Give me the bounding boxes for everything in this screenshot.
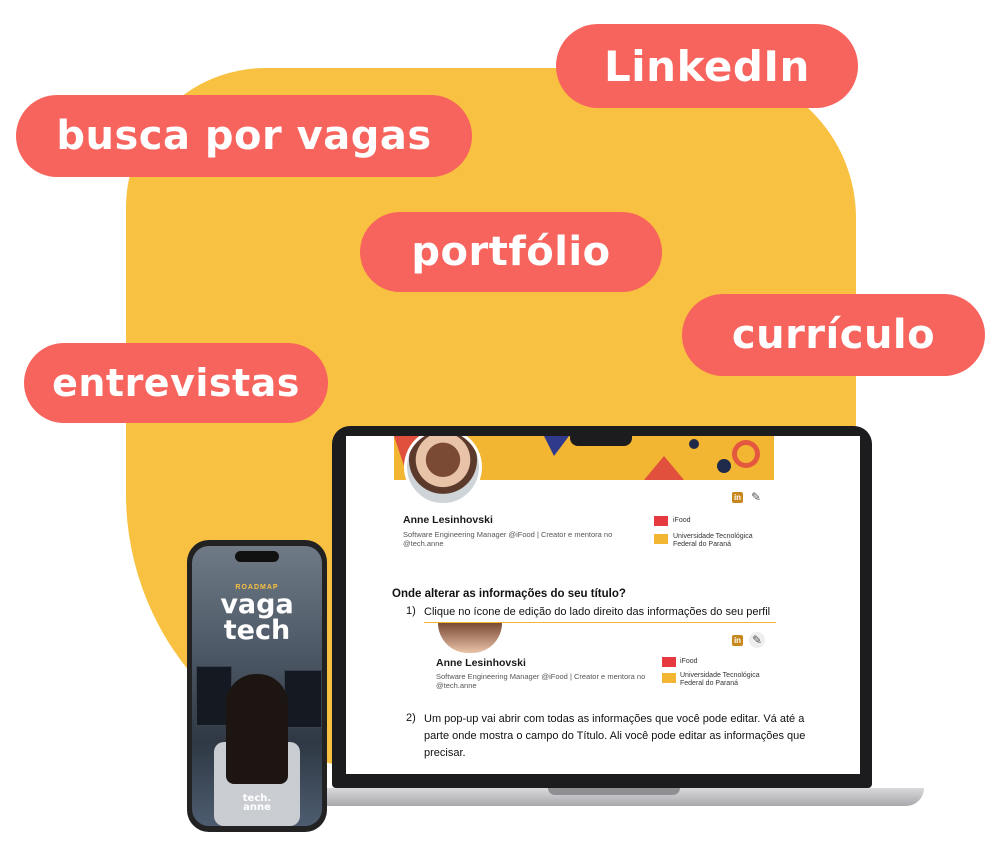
laptop-screen: in ✎ Anne Lesinhovski Software Engineeri…: [346, 436, 860, 774]
edit-pencil-icon[interactable]: ✎: [748, 489, 764, 505]
panel-profile-name: Anne Lesinhovski: [436, 657, 526, 669]
panel-avatar: [438, 623, 502, 653]
tag-curriculo: currículo: [682, 294, 985, 376]
laptop-base-notch: [548, 788, 680, 795]
phone-person: [226, 674, 288, 784]
tutorial-heading: Onde alterar as informações do seu títul…: [392, 588, 626, 600]
profile-screenshot-panel: in ✎ Anne Lesinhovski Software Engineeri…: [424, 622, 776, 691]
tag-busca-por-vagas: busca por vagas: [16, 95, 472, 177]
phone-dynamic-island: [235, 551, 279, 562]
step-2-text: Um pop-up vai abrir com todas as informa…: [424, 713, 806, 759]
panel-edit-pencil-icon: ✎: [749, 632, 765, 648]
profile-avatar[interactable]: [404, 436, 482, 506]
profile-headline: Software Engineering Manager @iFood | Cr…: [403, 530, 613, 548]
tag-entrevistas: entrevistas: [24, 343, 328, 423]
utfpr-logo: [654, 534, 668, 544]
panel-org-ifood: iFood: [680, 658, 698, 665]
linkedin-icon[interactable]: in: [732, 492, 743, 503]
laptop-camera-notch: [570, 426, 632, 446]
profile-name: Anne Lesinhovski: [403, 514, 493, 526]
phone-title-tech: tech: [223, 615, 291, 646]
panel-profile-headline: Software Engineering Manager @iFood | Cr…: [436, 672, 646, 690]
panel-org-utfpr: Universidade Tecnológica Federal do Para…: [680, 672, 760, 687]
ifood-logo: [654, 516, 668, 526]
tag-linkedin: LinkedIn: [556, 24, 858, 108]
org-utfpr: Universidade Tecnológica Federal do Para…: [673, 533, 753, 548]
panel-linkedin-icon: in: [732, 635, 743, 646]
panel-ifood-logo: [662, 657, 676, 667]
panel-utfpr-logo: [662, 673, 676, 683]
step-1-text: Clique no ícone de edição do lado direit…: [424, 606, 771, 618]
phone-monitor-right: [284, 670, 322, 728]
phone-screen: ROADMAP vaga tech tech. anne: [192, 546, 322, 826]
step-1-number: 1): [406, 605, 416, 617]
tag-portfolio: portfólio: [360, 212, 662, 292]
phone-logo-line2: anne: [243, 802, 271, 813]
step-2-number: 2): [406, 712, 416, 724]
org-ifood: iFood: [673, 517, 691, 524]
phone-tech-anne-logo: tech. anne: [192, 794, 322, 813]
